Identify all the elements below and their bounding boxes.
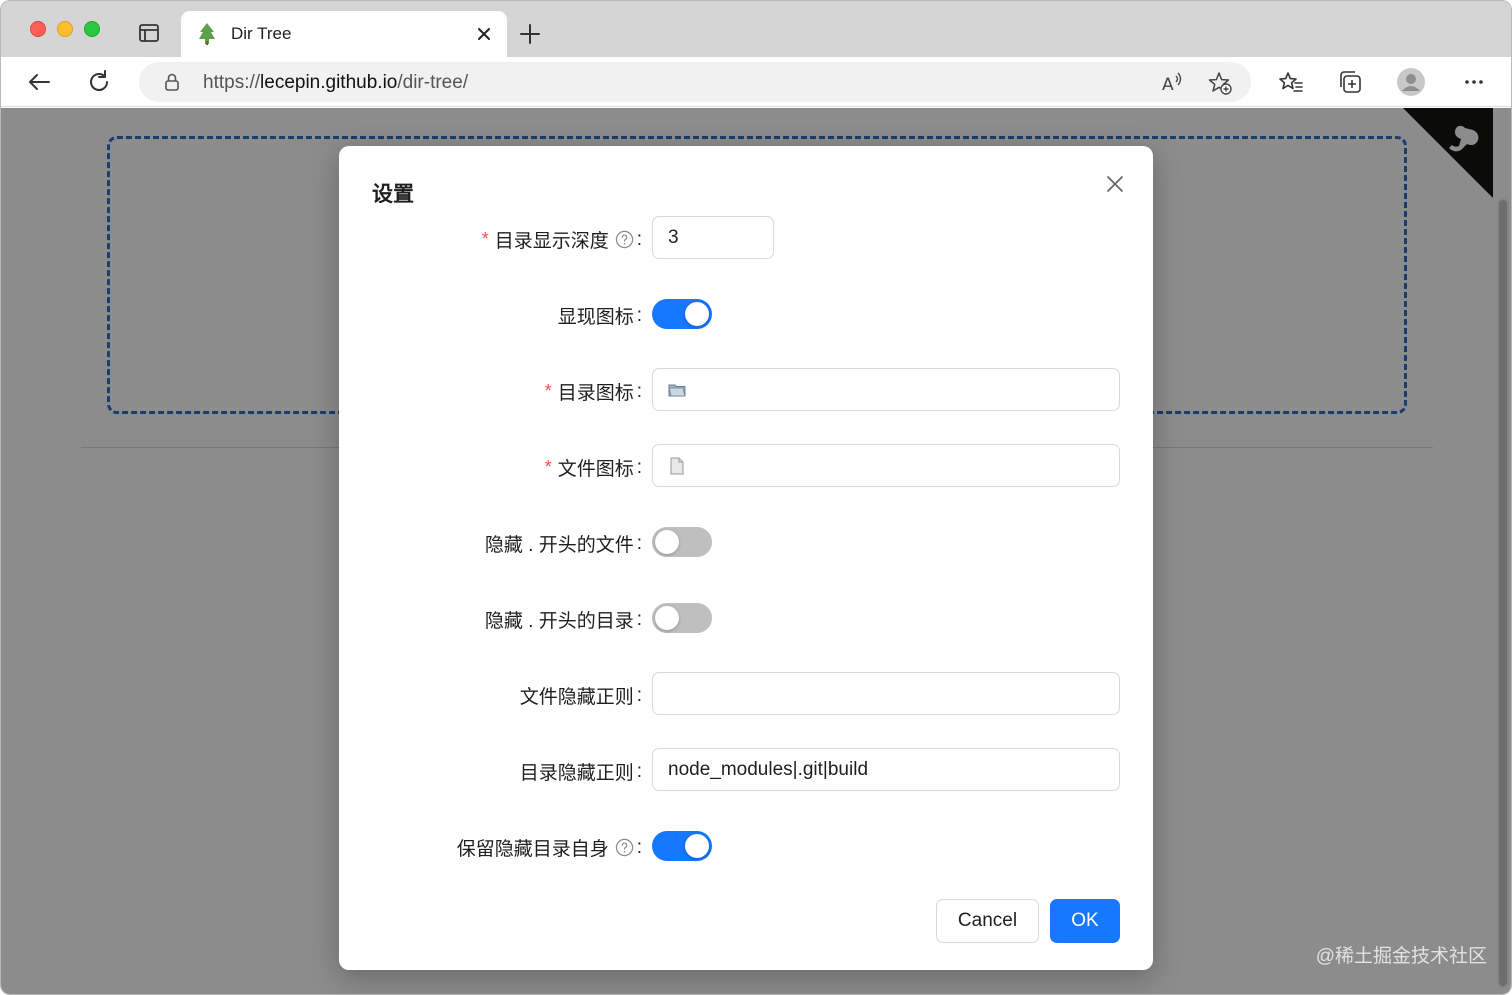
- back-arrow-icon[interactable]: [25, 68, 53, 96]
- url-text[interactable]: https://lecepin.github.io/dir-tree/: [203, 72, 468, 94]
- browser-toolbar: https://lecepin.github.io/dir-tree/ A: [1, 57, 1511, 107]
- tab-dir-tree[interactable]: Dir Tree: [181, 11, 507, 57]
- cancel-button[interactable]: Cancel: [936, 899, 1039, 943]
- hide-dot-files-toggle[interactable]: [652, 527, 712, 557]
- hide-dot-dirs-toggle[interactable]: [652, 603, 712, 633]
- question-circle-icon[interactable]: [615, 838, 634, 857]
- close-window-button[interactable]: [30, 21, 46, 37]
- form-row-dir-hide-regex: 目录隐藏正则: node_modules|.git|build: [339, 748, 1153, 792]
- tree-favicon-icon: [197, 22, 217, 46]
- question-circle-icon[interactable]: [615, 230, 634, 249]
- form-row-file-hide-regex: 文件隐藏正则:: [339, 672, 1153, 716]
- folder-icon: [668, 381, 686, 399]
- form-row-hide-dot-dirs: 隐藏 . 开头的目录:: [339, 596, 1153, 640]
- file-icon: [668, 457, 686, 475]
- file-hide-regex-input[interactable]: [652, 672, 1120, 715]
- close-icon[interactable]: [1103, 172, 1127, 196]
- dir-icon-label: * 目录图标:: [544, 380, 642, 405]
- settings-modal: 设置 * 目录显示深度 : 3 显现图标: * 目录图标: * 文件图标: 隐…: [339, 146, 1153, 970]
- read-aloud-icon[interactable]: A: [1159, 70, 1185, 96]
- minimize-window-button[interactable]: [57, 21, 73, 37]
- keep-hidden-dir-toggle[interactable]: [652, 831, 712, 861]
- address-bar[interactable]: https://lecepin.github.io/dir-tree/ A: [139, 62, 1251, 102]
- ok-button[interactable]: OK: [1050, 899, 1120, 943]
- hide-dot-files-label: 隐藏 . 开头的文件:: [484, 532, 642, 557]
- dir-hide-regex-label: 目录隐藏正则:: [519, 760, 642, 785]
- form-row-dir-icon: * 目录图标:: [339, 368, 1153, 412]
- form-row-hide-dot-files: 隐藏 . 开头的文件:: [339, 520, 1153, 564]
- tab-strip: Dir Tree: [1, 1, 1511, 57]
- file-icon-label: * 文件图标:: [544, 456, 642, 481]
- favorites-icon[interactable]: [1277, 68, 1305, 96]
- file-icon-input[interactable]: [652, 444, 1120, 487]
- keep-hidden-dir-label: 保留隐藏目录自身 :: [456, 836, 642, 861]
- hide-dot-dirs-label: 隐藏 . 开头的目录:: [484, 608, 642, 633]
- tab-actions-icon[interactable]: [137, 21, 161, 45]
- reload-icon[interactable]: [85, 68, 113, 96]
- profile-avatar-icon[interactable]: [1397, 68, 1425, 96]
- collections-icon[interactable]: [1336, 68, 1364, 96]
- required-mark: *: [481, 229, 489, 249]
- watermark: @稀土掘金技术社区: [1315, 946, 1487, 967]
- dir-hide-regex-input[interactable]: node_modules|.git|build: [652, 748, 1120, 791]
- required-mark: *: [544, 457, 552, 477]
- more-menu-icon[interactable]: [1460, 68, 1488, 96]
- show-icons-label: 显现图标:: [557, 304, 642, 329]
- tab-title: Dir Tree: [231, 24, 292, 43]
- required-mark: *: [544, 381, 552, 401]
- add-favorite-icon[interactable]: [1207, 70, 1233, 96]
- svg-text:A: A: [1162, 75, 1174, 95]
- depth-label: * 目录显示深度 :: [481, 228, 642, 253]
- form-row-show-icons: 显现图标:: [339, 292, 1153, 336]
- lock-icon[interactable]: [161, 71, 183, 93]
- file-hide-regex-label: 文件隐藏正则:: [519, 684, 642, 709]
- form-row-keep-hidden-dir: 保留隐藏目录自身 :: [339, 824, 1153, 868]
- zoom-window-button[interactable]: [84, 21, 100, 37]
- depth-input[interactable]: 3: [652, 216, 774, 259]
- form-row-file-icon: * 文件图标:: [339, 444, 1153, 488]
- show-icons-toggle[interactable]: [652, 299, 712, 329]
- modal-title: 设置: [372, 183, 414, 206]
- new-tab-icon[interactable]: [517, 21, 543, 47]
- dir-icon-input[interactable]: [652, 368, 1120, 411]
- close-tab-icon[interactable]: [473, 23, 495, 45]
- form-row-depth: * 目录显示深度 : 3: [339, 216, 1153, 260]
